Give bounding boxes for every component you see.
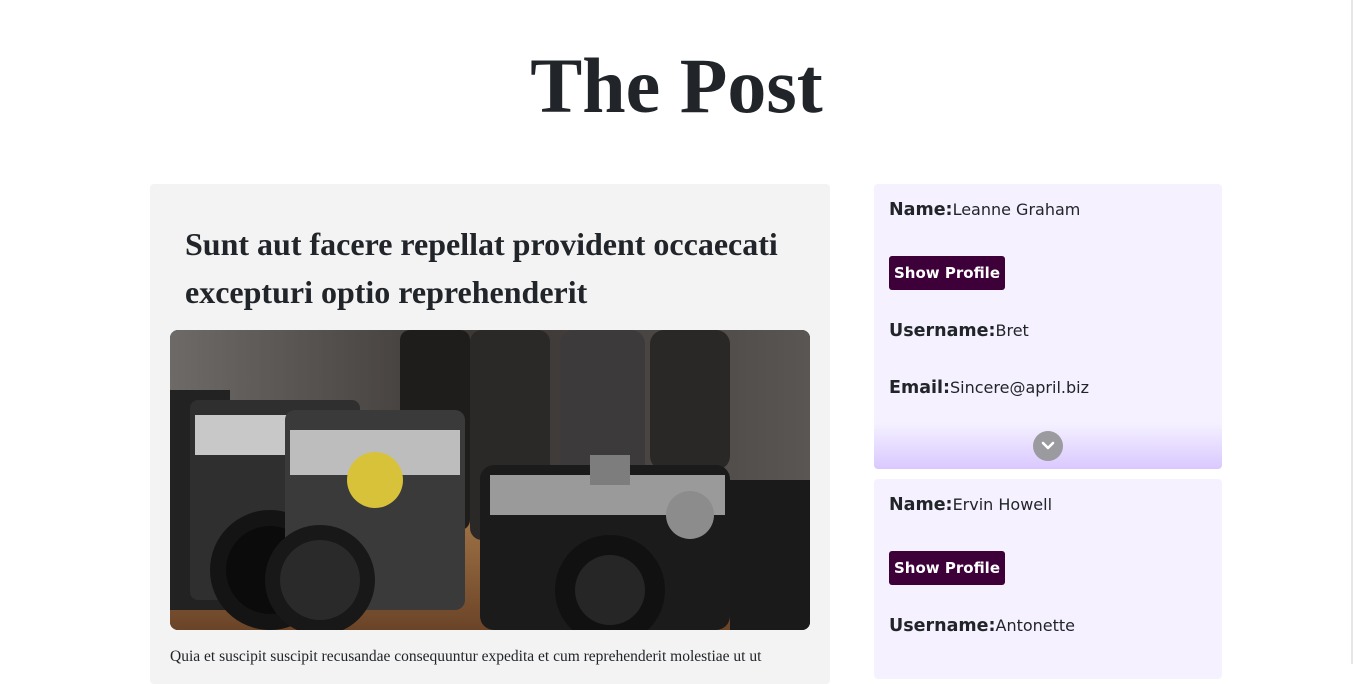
name-label: Name: — [889, 200, 953, 220]
user-username-row: Username:Antonette — [889, 616, 1075, 636]
username-label: Username: — [889, 616, 996, 636]
post-card: Sunt aut facere repellat provident occae… — [150, 184, 830, 684]
chevron-down-icon — [1041, 441, 1055, 450]
expand-strip — [874, 423, 1222, 469]
user-name-row: Name:Ervin Howell — [889, 495, 1052, 515]
page-title: The Post — [530, 42, 823, 129]
user-name-row: Name:Leanne Graham — [889, 200, 1080, 220]
user-card: Name:Leanne Graham Show Profile Username… — [874, 184, 1222, 469]
name-value: Ervin Howell — [952, 495, 1053, 514]
camera-photo — [170, 330, 810, 630]
username-label: Username: — [889, 321, 996, 341]
show-profile-button[interactable]: Show Profile — [889, 256, 1005, 290]
name-value: Leanne Graham — [952, 200, 1081, 219]
user-username-row: Username:Bret — [889, 321, 1029, 341]
show-profile-button[interactable]: Show Profile — [889, 551, 1005, 585]
email-value: Sincere@april.biz — [950, 378, 1089, 397]
email-label: Email: — [889, 378, 950, 398]
username-value: Antonette — [995, 616, 1076, 635]
expand-button[interactable] — [1033, 431, 1063, 461]
post-image — [170, 330, 810, 630]
user-card: Name:Ervin Howell Show Profile Username:… — [874, 479, 1222, 679]
post-body: Quia et suscipit suscipit recusandae con… — [170, 648, 762, 665]
post-title: Sunt aut facere repellat provident occae… — [185, 226, 778, 310]
name-label: Name: — [889, 495, 953, 515]
username-value: Bret — [995, 321, 1029, 340]
user-email-row: Email:Sincere@april.biz — [889, 378, 1089, 398]
